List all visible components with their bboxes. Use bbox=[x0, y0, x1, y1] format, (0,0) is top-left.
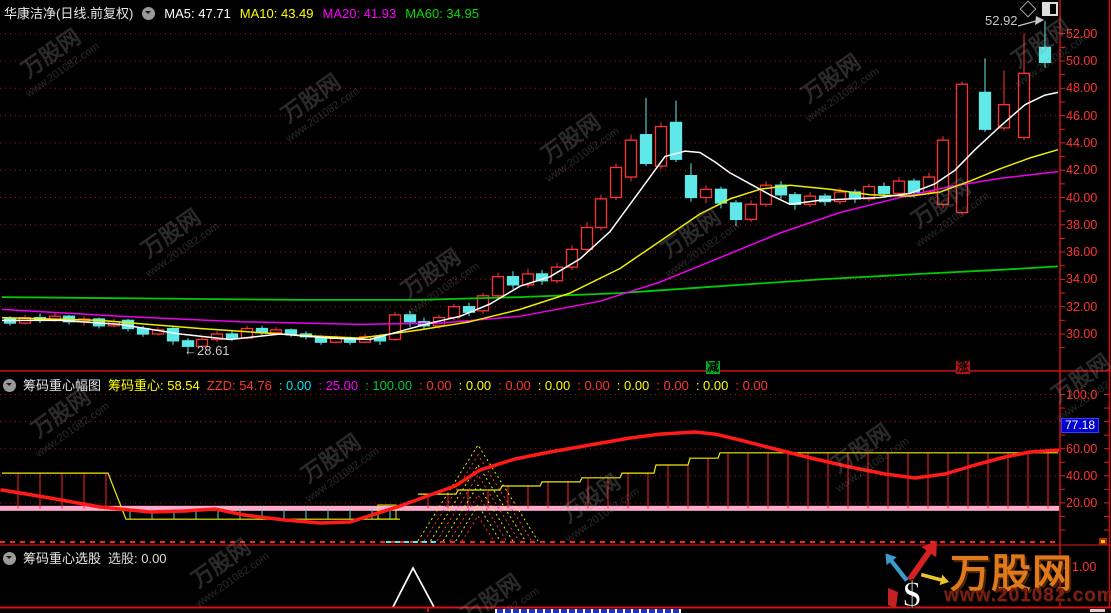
app-window: $ 万股网www.201082.com万股网www.201082.com万股网w… bbox=[0, 0, 1111, 613]
ma-values: MA5: 47.71 MA10: 43.49 MA20: 41.93 MA60: 34… bbox=[164, 6, 488, 21]
window-controls bbox=[1022, 2, 1058, 16]
price-axis-label: 32.00 bbox=[1066, 301, 1097, 314]
low-annotation: ←28.61 bbox=[184, 343, 230, 358]
high-annotation: 52.92 bbox=[985, 13, 1018, 28]
price-axis-label: 44.00 bbox=[1066, 137, 1097, 150]
ma-label: MA10: 43.49 bbox=[240, 6, 314, 21]
watermark: 万股网www.201082.com bbox=[815, 409, 911, 495]
indicator-value: : 0.00 bbox=[735, 378, 768, 393]
indicator-axis-label: 60.00 bbox=[1066, 443, 1097, 456]
site-logo-url: www.201082.com bbox=[944, 585, 1111, 607]
indicator-value: 筹码重心: 58.54 bbox=[108, 378, 200, 393]
collapse-chevron-icon[interactable] bbox=[142, 7, 155, 20]
indicator-value: : 0.00 bbox=[577, 378, 610, 393]
selector-panel-title: 筹码重心选股 bbox=[23, 551, 101, 566]
watermark: 万股网www.201082.com bbox=[645, 194, 741, 280]
status-strip bbox=[495, 609, 681, 613]
watermark: 万股网www.201082.com bbox=[525, 99, 621, 185]
selector-axis-label: 1.00 bbox=[1072, 561, 1096, 574]
watermark: 万股网www.201082.com bbox=[545, 459, 641, 545]
price-axis-label: 46.00 bbox=[1066, 110, 1097, 123]
watermark: 万股网www.201082.com bbox=[5, 14, 101, 100]
price-axis-label: 40.00 bbox=[1066, 192, 1097, 205]
main-chart-header: 华康洁净(日线.前复权) MA5: 47.71 MA10: 43.49 MA20: 4… bbox=[4, 3, 497, 22]
price-axis-label: 38.00 bbox=[1066, 219, 1097, 232]
price-axis-label: 52.00 bbox=[1066, 28, 1097, 41]
price-axis-label: 34.00 bbox=[1066, 273, 1097, 286]
indicator-value-marker: 77.18 bbox=[1061, 418, 1099, 433]
ma-label: MA60: 34.95 bbox=[405, 6, 479, 21]
stock-title: 华康洁净(日线.前复权) bbox=[4, 6, 133, 21]
watermark: 万股网www.201082.com bbox=[285, 419, 381, 505]
indicator-panel-title: 筹码重心幅图 bbox=[23, 378, 101, 393]
decrease-badge: 减 bbox=[706, 361, 720, 374]
indicator-value: ZZD: 54.76 bbox=[207, 378, 272, 393]
watermark: 万股网www.201082.com bbox=[895, 164, 991, 250]
indicator-value: : 0.00 bbox=[459, 378, 492, 393]
watermark: 万股网www.201082.com bbox=[785, 39, 881, 125]
price-axis-label: 48.00 bbox=[1066, 82, 1097, 95]
indicator-value: : 0.00 bbox=[279, 378, 312, 393]
selector-panel-header: 筹码重心选股选股: 0.00 bbox=[3, 548, 174, 567]
indicator-value: : 0.00 bbox=[617, 378, 650, 393]
watermark: 万股网www.201082.com bbox=[385, 234, 481, 320]
selector-value: 选股: 0.00 bbox=[108, 551, 167, 566]
indicator-value: : 0.00 bbox=[419, 378, 452, 393]
indicator-value: : 0.00 bbox=[538, 378, 571, 393]
watermark: 万股网www.201082.com bbox=[125, 194, 221, 280]
watermark: 万股网www.201082.com bbox=[265, 59, 361, 145]
price-axis-label: 50.00 bbox=[1066, 55, 1097, 68]
indicator-axis-label: 100.0 bbox=[1066, 389, 1097, 402]
watermark: 万股网www.201082.com bbox=[445, 559, 541, 613]
indicator-value: : 0.00 bbox=[498, 378, 531, 393]
indicator-value: : 100.00 bbox=[365, 378, 412, 393]
watermark-layer: 万股网www.201082.com万股网www.201082.com万股网www… bbox=[0, 0, 1111, 613]
watermark: 万股网www.201082.com bbox=[1035, 339, 1111, 425]
scrollbar-fragment[interactable] bbox=[1090, 609, 1105, 612]
diamond-icon[interactable] bbox=[1020, 1, 1037, 18]
indicator-value: : 0.00 bbox=[656, 378, 689, 393]
indicator-value: : 25.00 bbox=[318, 378, 358, 393]
indicator-panel-header: 筹码重心幅图筹码重心: 58.54 ZZD: 54.76 : 0.00 : 25.00… bbox=[3, 375, 782, 394]
watermark: 万股网www.201082.com bbox=[175, 524, 271, 610]
indicator-axis-label: 40.00 bbox=[1066, 470, 1097, 483]
ma-label: MA5: 47.71 bbox=[164, 6, 231, 21]
price-axis-label: 42.00 bbox=[1066, 164, 1097, 177]
collapse-chevron-icon[interactable] bbox=[3, 552, 16, 565]
restore-window-icon[interactable] bbox=[1042, 2, 1058, 16]
rise-badge: 涨 bbox=[956, 361, 970, 374]
indicator-axis-label: 20.00 bbox=[1066, 497, 1097, 510]
indicator-value: : 0.00 bbox=[696, 378, 729, 393]
collapse-chevron-icon[interactable] bbox=[3, 379, 16, 392]
indicator-values: 筹码重心: 58.54 ZZD: 54.76 : 0.00 : 25.00 : 100.… bbox=[108, 378, 775, 393]
price-axis-label: 30.00 bbox=[1066, 328, 1097, 341]
price-axis-label: 36.00 bbox=[1066, 246, 1097, 259]
ma-label: MA20: 41.93 bbox=[323, 6, 397, 21]
